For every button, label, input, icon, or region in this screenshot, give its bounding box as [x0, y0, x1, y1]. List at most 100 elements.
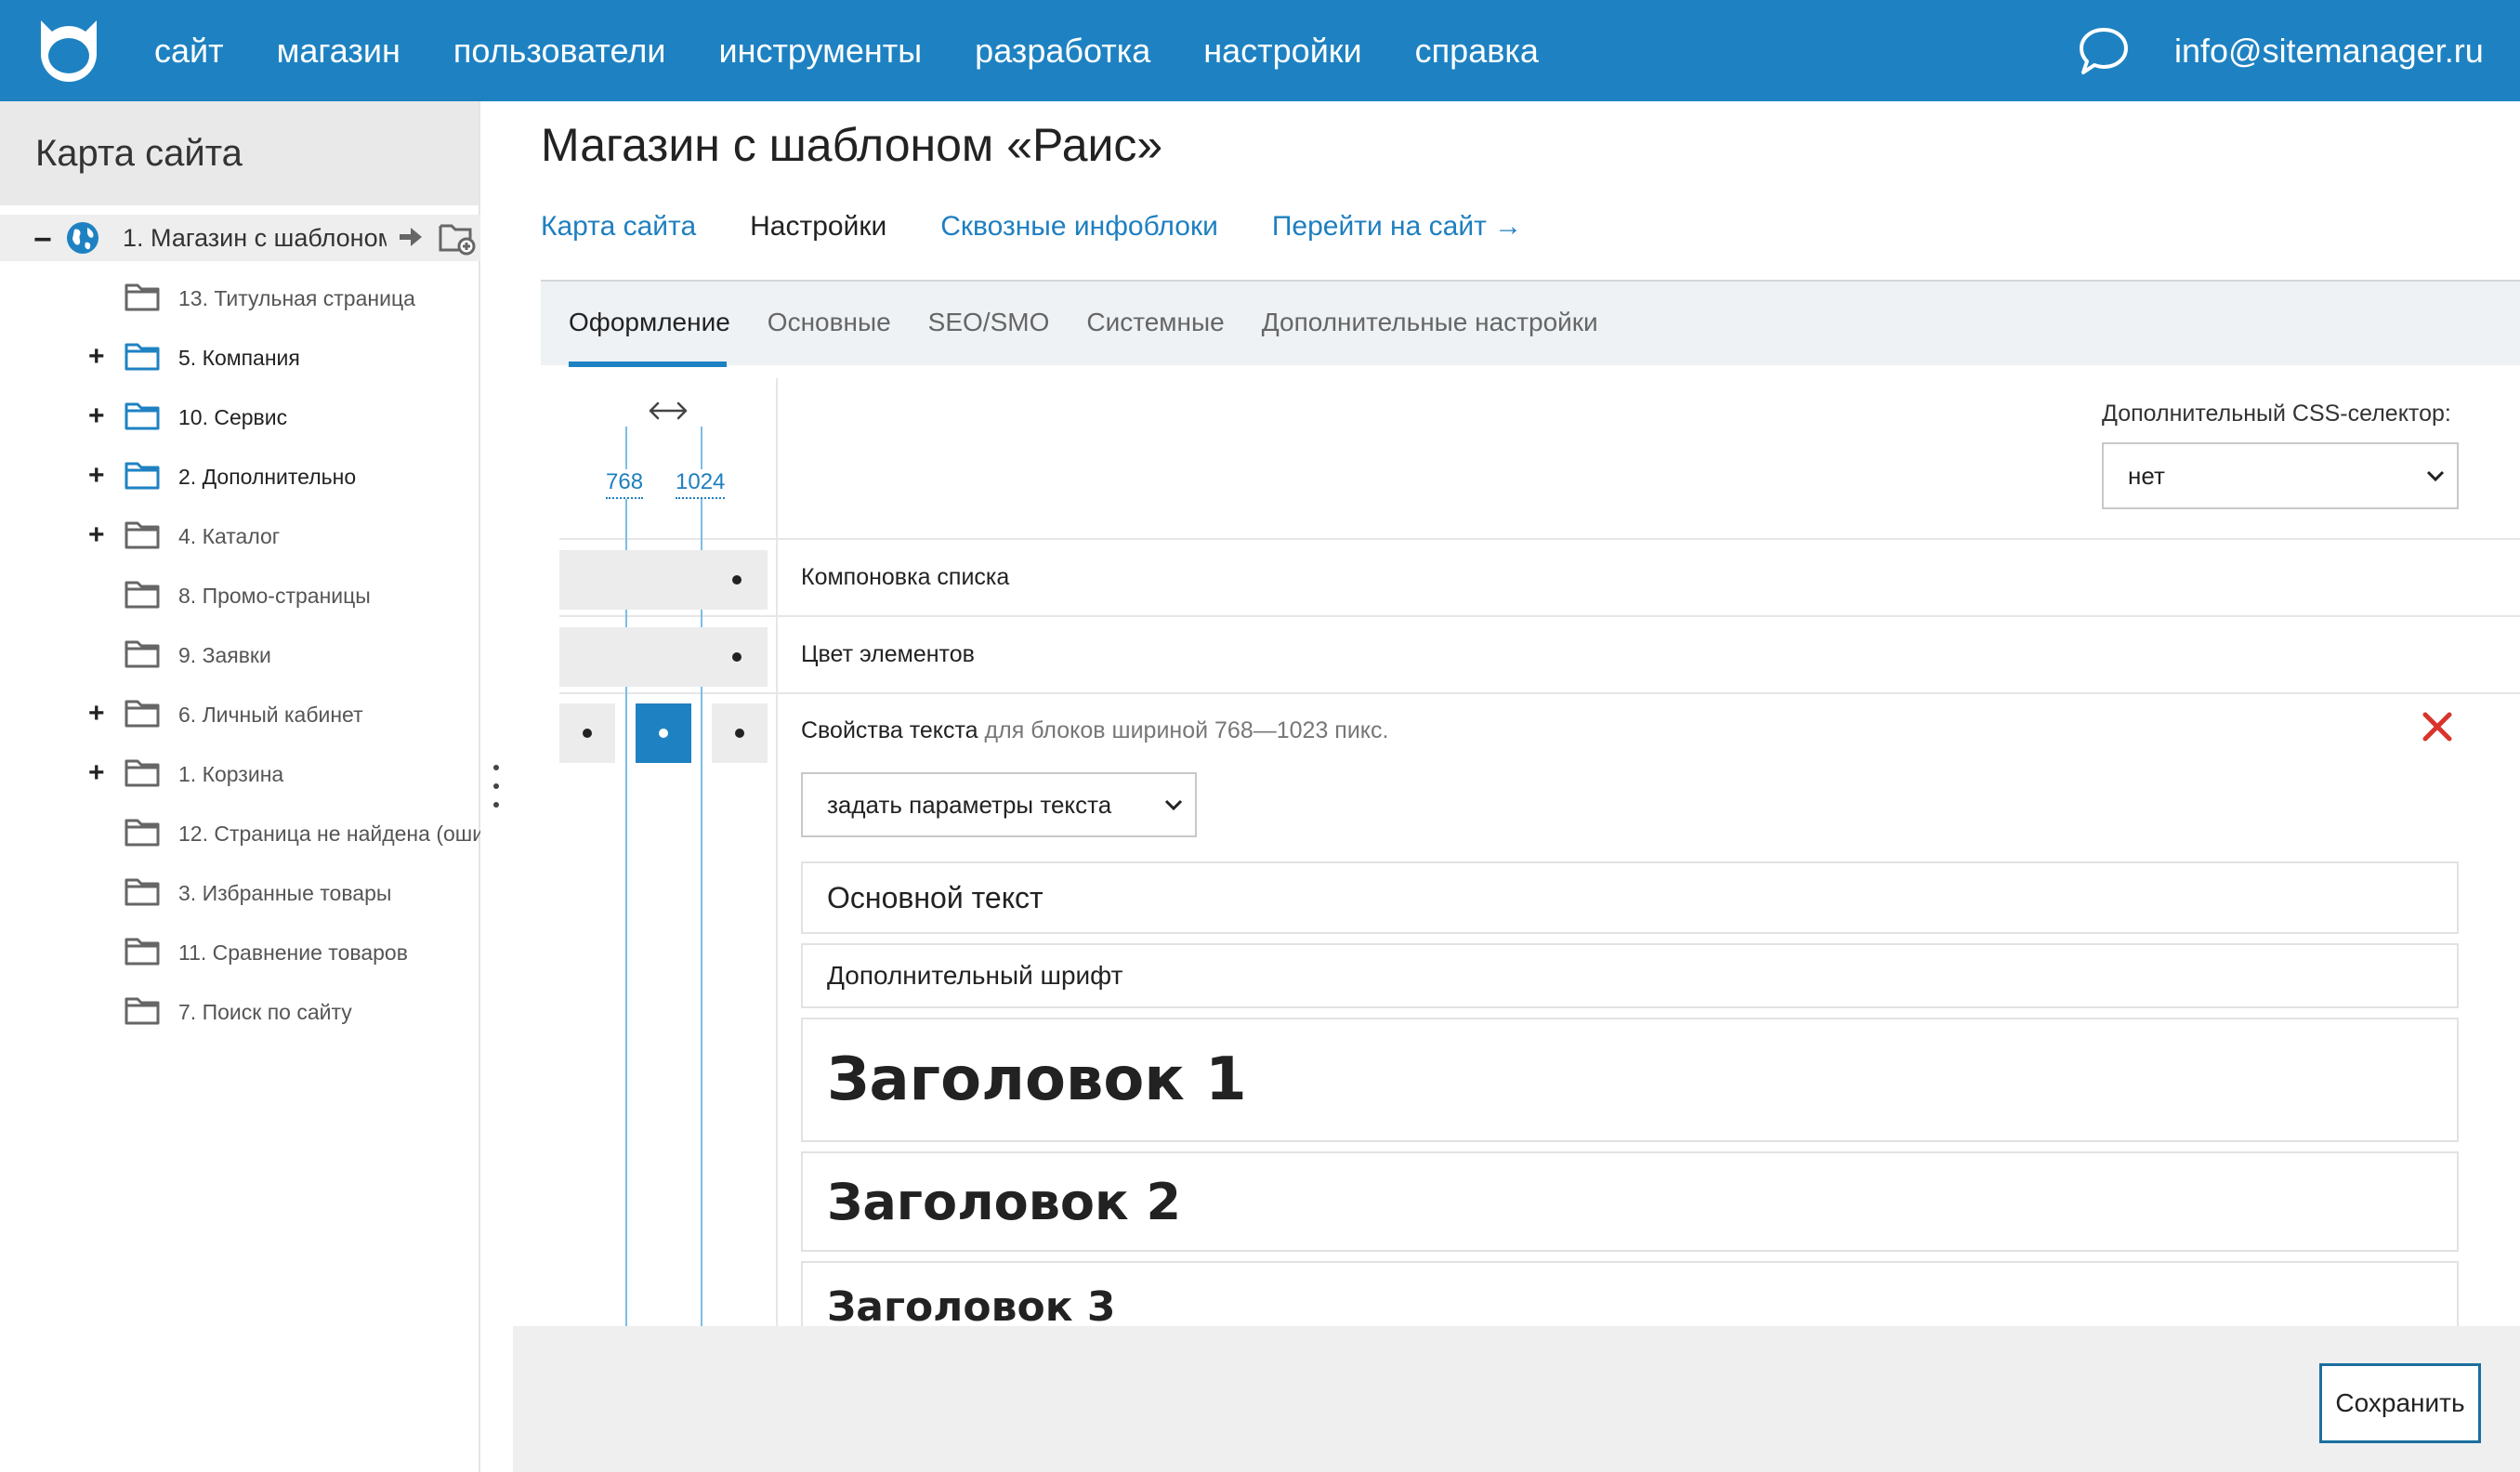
resize-horizontal-icon	[649, 401, 688, 420]
main-content: Магазин с шаблоном «Раис» Карта сайта На…	[513, 101, 2520, 1326]
folder-icon	[125, 819, 160, 847]
tree-item[interactable]: 12. Страница не найдена (ошибка 404)	[0, 809, 480, 856]
breakpoint-dot	[583, 729, 592, 738]
folder-icon	[125, 521, 160, 549]
tree-item[interactable]: 11. Сравнение товаров	[0, 928, 480, 975]
preview-heading-3[interactable]: Заголовок 3	[801, 1261, 2459, 1326]
tree-item-label: 6. Личный кабинет	[178, 703, 363, 727]
sidebar-resize-handle[interactable]	[491, 762, 502, 814]
breakpoint-dot	[732, 652, 742, 662]
tree-item-label: 13. Титульная страница	[178, 286, 415, 310]
expand-icon[interactable]: +	[88, 519, 105, 551]
breakpoint-768-link[interactable]: 768	[606, 469, 644, 499]
folder-icon	[125, 759, 160, 787]
breakpoint-dot	[735, 729, 744, 738]
main-menu: сайт магазин пользователи инструменты ра…	[154, 0, 1592, 101]
subtab-system[interactable]: Системные	[1086, 308, 1224, 337]
tree-item[interactable]: +4. Каталог	[0, 512, 480, 559]
expand-icon[interactable]: +	[88, 757, 105, 789]
preview-extra-font[interactable]: Дополнительный шрифт	[801, 943, 2459, 1008]
tree-item[interactable]: 3. Избранные товары	[0, 869, 480, 915]
text-params-select[interactable]: задать параметры текста	[801, 772, 1197, 837]
folder-icon	[125, 462, 160, 490]
color-breakpoint-cell[interactable]	[559, 627, 768, 687]
text-bp-cell-1024[interactable]	[712, 703, 768, 763]
folder-icon	[125, 878, 160, 906]
tree-item[interactable]: +6. Личный кабинет	[0, 690, 480, 737]
expand-icon[interactable]: +	[88, 401, 105, 432]
tree-item-label: 1. Корзина	[178, 762, 284, 786]
save-button[interactable]: Сохранить	[2319, 1363, 2481, 1443]
go-arrow-icon[interactable]	[398, 224, 424, 250]
menu-settings[interactable]: настройки	[1203, 32, 1361, 71]
globe-icon	[67, 222, 98, 254]
breakpoint-1024-link[interactable]: 1024	[676, 469, 726, 499]
collapse-icon[interactable]: −	[33, 222, 52, 258]
tree-item-label: 7. Поиск по сайту	[178, 1000, 352, 1024]
tree-item[interactable]: 8. Промо-страницы	[0, 572, 480, 618]
tree-item[interactable]: +1. Корзина	[0, 750, 480, 796]
menu-development[interactable]: разработка	[975, 32, 1150, 71]
css-selector-label: Дополнительный CSS-селектор:	[2102, 401, 2451, 427]
settings-subtabs: Оформление Основные SEO/SMO Системные До…	[569, 308, 1635, 337]
folder-icon	[125, 997, 160, 1025]
account-email[interactable]: info@sitemanager.ru	[2174, 0, 2484, 101]
sidebar-title: Карта сайта	[0, 101, 479, 205]
text-bp-cell-768[interactable]	[636, 703, 691, 763]
subtab-additional[interactable]: Дополнительные настройки	[1262, 308, 1598, 337]
text-props-row-label: Свойства текста для блоков шириной 768—1…	[801, 717, 1388, 744]
preview-heading-2[interactable]: Заголовок 2	[801, 1151, 2459, 1252]
cat-logo-icon[interactable]	[33, 17, 104, 84]
preview-main-text[interactable]: Основной текст	[801, 861, 2459, 934]
add-folder-icon[interactable]	[439, 220, 476, 256]
tab-infoblocks[interactable]: Сквозные инфоблоки	[940, 211, 1218, 243]
subtab-main[interactable]: Основные	[768, 308, 891, 337]
expand-icon[interactable]: +	[88, 698, 105, 729]
tree-item-label: 3. Избранные товары	[178, 881, 392, 905]
menu-shop[interactable]: магазин	[277, 32, 400, 71]
tab-settings[interactable]: Настройки	[750, 211, 886, 243]
color-row-label[interactable]: Цвет элементов	[801, 641, 975, 668]
menu-help[interactable]: справка	[1415, 32, 1539, 71]
tree-item-label: 2. Дополнительно	[178, 465, 357, 489]
tree-item[interactable]: +5. Компания	[0, 334, 480, 380]
tree-root-label: 1. Магазин с шаблоном «Раис»	[123, 224, 387, 252]
top-navbar: сайт магазин пользователи инструменты ра…	[0, 0, 2520, 101]
tree-item-label: 12. Страница не найдена (ошибка 404)	[178, 821, 480, 846]
chat-bubble-icon[interactable]	[2078, 26, 2130, 76]
css-selector-select[interactable]: нет	[2102, 442, 2459, 509]
tree-item[interactable]: 7. Поиск по сайту	[0, 988, 480, 1034]
menu-users[interactable]: пользователи	[453, 32, 666, 71]
text-bp-cell-0[interactable]	[559, 703, 615, 763]
folder-icon	[125, 700, 160, 728]
layout-breakpoint-cell[interactable]	[559, 550, 768, 610]
tree-root-item[interactable]: − 1. Магазин с шаблоном «Раис»	[0, 215, 480, 261]
folder-icon	[125, 402, 160, 430]
text-params-value: задать параметры текста	[827, 790, 1112, 819]
tree-item[interactable]: +2. Дополнительно	[0, 453, 480, 499]
row-divider	[559, 538, 2520, 540]
expand-icon[interactable]: +	[88, 341, 105, 373]
tree-item-label: 5. Компания	[178, 346, 300, 370]
folder-icon	[125, 938, 160, 966]
css-selector-value: нет	[2128, 461, 2165, 490]
folder-icon	[125, 640, 160, 668]
tree-item[interactable]: +10. Сервис	[0, 393, 480, 440]
tree-item[interactable]: 9. Заявки	[0, 631, 480, 677]
preview-heading-1[interactable]: Заголовок 1	[801, 1018, 2459, 1142]
expand-icon[interactable]: +	[88, 460, 105, 492]
remove-icon[interactable]	[2422, 711, 2453, 743]
breakpoint-dot	[659, 729, 668, 738]
tree-item[interactable]: 13. Титульная страница	[0, 274, 480, 321]
subtab-design[interactable]: Оформление	[569, 308, 730, 337]
layout-row-label[interactable]: Компоновка списка	[801, 564, 1009, 591]
menu-site[interactable]: сайт	[154, 32, 224, 71]
menu-tools[interactable]: инструменты	[718, 32, 922, 71]
tab-sitemap[interactable]: Карта сайта	[541, 211, 696, 243]
subtab-seo[interactable]: SEO/SMO	[928, 308, 1050, 337]
tab-go-to-site[interactable]: Перейти на сайт →	[1272, 211, 1522, 243]
active-subtab-indicator	[569, 361, 727, 367]
footer-bar	[513, 1326, 2520, 1472]
chevron-down-icon	[1164, 799, 1183, 811]
breakpoint-dot	[732, 575, 742, 585]
